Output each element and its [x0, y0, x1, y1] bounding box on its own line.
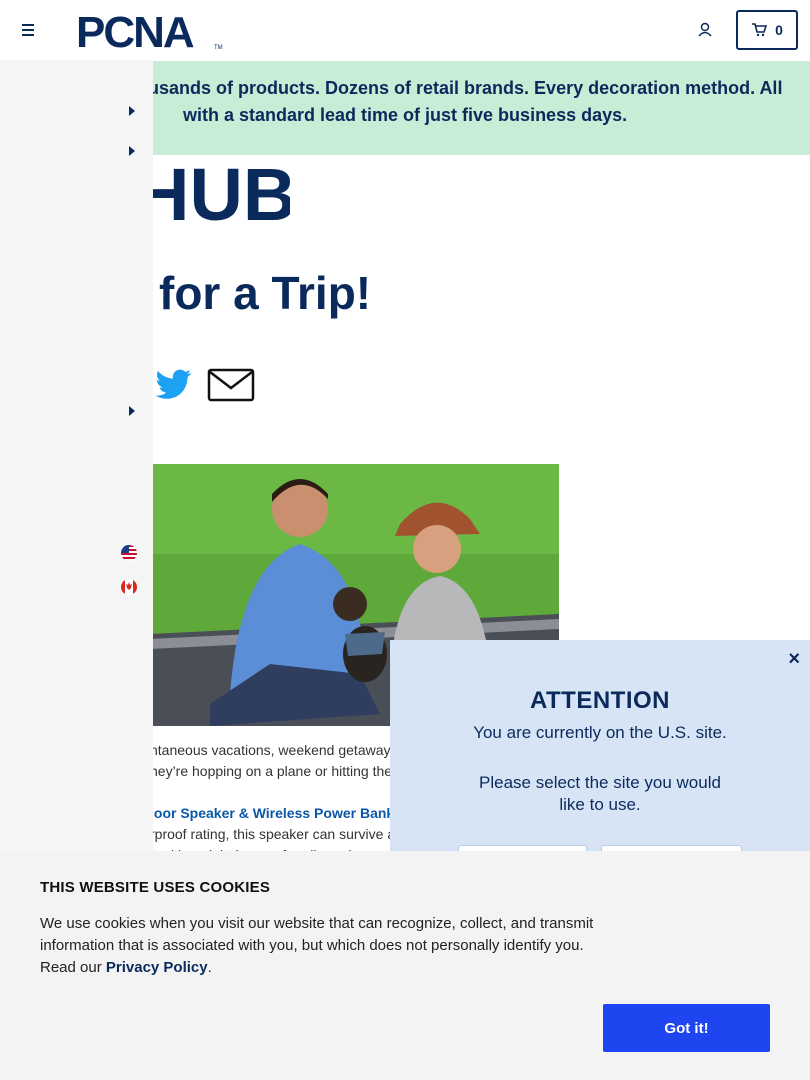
expand-caret-icon[interactable] — [129, 146, 135, 156]
cart-button[interactable]: 0 — [736, 10, 798, 50]
modal-title: ATTENTION — [529, 687, 671, 714]
modal-subtitle: You are currently on the U.S. site. — [473, 723, 727, 742]
cookie-period: . — [207, 959, 212, 976]
modal-prompt: Please select the site you would like to… — [479, 773, 721, 814]
twitter-share-icon[interactable] — [155, 368, 193, 402]
email-share-icon[interactable] — [207, 367, 255, 403]
banner-line-1: usands of products. Dozens of retail bra… — [148, 78, 783, 98]
site-header: PCNA TM 0 — [0, 0, 810, 60]
close-icon[interactable]: × — [788, 648, 800, 671]
article-paragraph: ney’re hopping on a plane or hitting the — [150, 763, 393, 779]
article-paragraph: ntaneous vacations, weekend getaway — [150, 742, 391, 758]
cookie-text: We use cookies when you visit our websit… — [40, 913, 615, 979]
privacy-policy-link[interactable]: Privacy Policy — [106, 959, 208, 976]
svg-text:PCNA: PCNA — [76, 10, 194, 50]
expand-caret-icon[interactable] — [129, 406, 135, 416]
cart-icon — [752, 23, 768, 37]
hub-logo: HUB — [136, 153, 296, 236]
article-title: for a Trip! — [159, 267, 372, 319]
article-paragraph: rproof rating, this speaker can survive … — [150, 826, 396, 842]
cookie-banner: THIS WEBSITE USES COOKIES We use cookies… — [0, 851, 810, 1080]
canada-flag-icon[interactable] — [121, 579, 137, 595]
expand-caret-icon[interactable] — [129, 106, 135, 116]
svg-text:HUB: HUB — [150, 160, 290, 224]
menu-icon[interactable] — [18, 20, 38, 40]
product-link[interactable]: loor Speaker & Wireless Power Bank — [150, 805, 394, 821]
account-icon[interactable] — [694, 19, 716, 41]
accept-cookies-button[interactable]: Got it! — [603, 1004, 770, 1052]
pcna-logo[interactable]: PCNA TM — [76, 8, 226, 57]
banner-line-2: with a standard lead time of just five b… — [183, 105, 628, 125]
us-flag-icon[interactable] — [121, 545, 137, 561]
cart-count: 0 — [775, 22, 783, 38]
svg-text:TM: TM — [214, 45, 223, 50]
cookie-title: THIS WEBSITE USES COOKIES — [40, 879, 271, 896]
